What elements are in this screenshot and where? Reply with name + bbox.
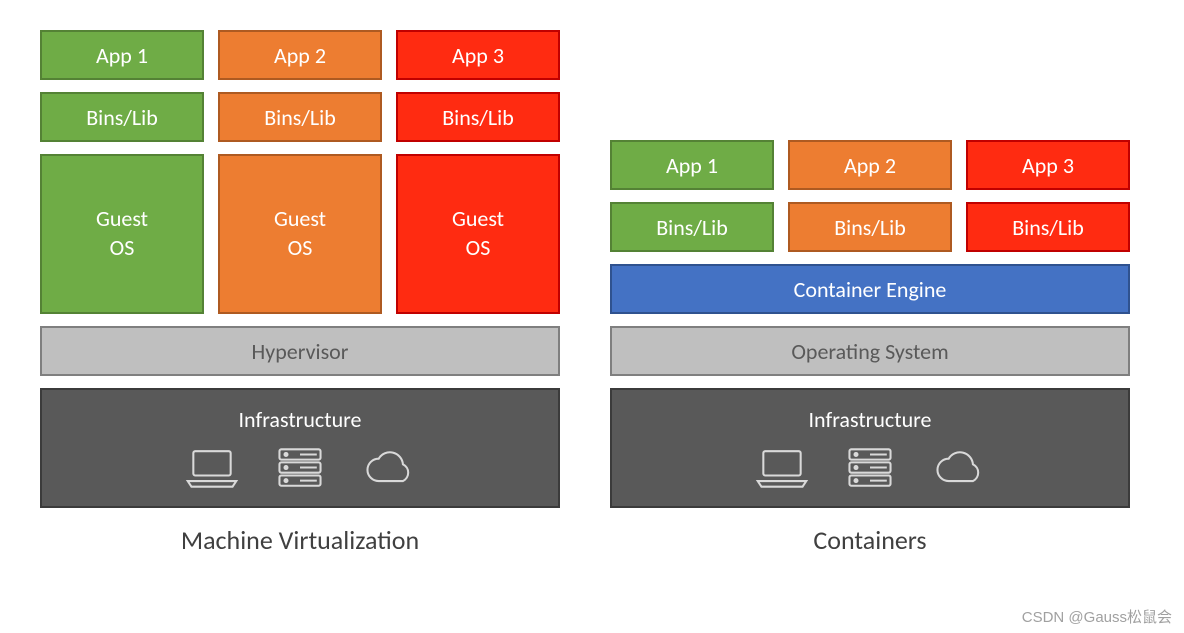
laptop-icon bbox=[754, 445, 810, 491]
vm-infra-row: Infrastructure bbox=[40, 388, 560, 508]
ct-infra-row: Infrastructure bbox=[610, 388, 1130, 508]
vm-guest-1-label: GuestOS bbox=[96, 205, 148, 262]
vm-infra-icons bbox=[184, 445, 416, 491]
server-icon bbox=[842, 445, 898, 491]
ct-engine: Container Engine bbox=[610, 264, 1130, 314]
vm-guest-3-label: GuestOS bbox=[452, 205, 504, 262]
vm-app-3: App 3 bbox=[396, 30, 560, 80]
ct-app-1: App 1 bbox=[610, 140, 774, 190]
ct-app-2: App 2 bbox=[788, 140, 952, 190]
laptop-icon bbox=[184, 445, 240, 491]
ct-infra-icons bbox=[754, 445, 986, 491]
ct-bins-1: Bins/Lib bbox=[610, 202, 774, 252]
vm-caption: Machine Virtualization bbox=[181, 524, 419, 556]
vm-app-2: App 2 bbox=[218, 30, 382, 80]
cloud-icon bbox=[360, 445, 416, 491]
ct-os-row: Operating System bbox=[610, 326, 1130, 376]
vm-guest-2-label: GuestOS bbox=[274, 205, 326, 262]
vm-guest-2: GuestOS bbox=[218, 154, 382, 314]
diagram-container: App 1 App 2 App 3 Bins/Lib Bins/Lib Bins… bbox=[40, 30, 1144, 556]
vm-bins-1: Bins/Lib bbox=[40, 92, 204, 142]
watermark: CSDN @Gauss松鼠会 bbox=[1022, 606, 1172, 627]
vm-infra-label: Infrastructure bbox=[239, 406, 362, 433]
ct-infrastructure: Infrastructure bbox=[610, 388, 1130, 508]
vm-guest-row: GuestOS GuestOS GuestOS bbox=[40, 154, 560, 314]
ct-os: Operating System bbox=[610, 326, 1130, 376]
ct-infra-label: Infrastructure bbox=[809, 406, 932, 433]
ct-apps-row: App 1 App 2 App 3 bbox=[610, 140, 1130, 190]
cloud-icon bbox=[930, 445, 986, 491]
ct-engine-row: Container Engine bbox=[610, 264, 1130, 314]
vm-apps-row: App 1 App 2 App 3 bbox=[40, 30, 560, 80]
ct-app-3: App 3 bbox=[966, 140, 1130, 190]
vm-guest-1: GuestOS bbox=[40, 154, 204, 314]
ct-bins-3: Bins/Lib bbox=[966, 202, 1130, 252]
ct-caption: Containers bbox=[813, 524, 926, 556]
ct-bins-2: Bins/Lib bbox=[788, 202, 952, 252]
ct-bins-row: Bins/Lib Bins/Lib Bins/Lib bbox=[610, 202, 1130, 252]
vm-bins-2: Bins/Lib bbox=[218, 92, 382, 142]
vm-infrastructure: Infrastructure bbox=[40, 388, 560, 508]
vm-bins-3: Bins/Lib bbox=[396, 92, 560, 142]
vm-bins-row: Bins/Lib Bins/Lib Bins/Lib bbox=[40, 92, 560, 142]
vm-guest-3: GuestOS bbox=[396, 154, 560, 314]
vm-app-1: App 1 bbox=[40, 30, 204, 80]
ct-stack: App 1 App 2 App 3 Bins/Lib Bins/Lib Bins… bbox=[610, 140, 1130, 556]
vm-hypervisor-row: Hypervisor bbox=[40, 326, 560, 376]
vm-stack: App 1 App 2 App 3 Bins/Lib Bins/Lib Bins… bbox=[40, 30, 560, 556]
server-icon bbox=[272, 445, 328, 491]
vm-hypervisor: Hypervisor bbox=[40, 326, 560, 376]
